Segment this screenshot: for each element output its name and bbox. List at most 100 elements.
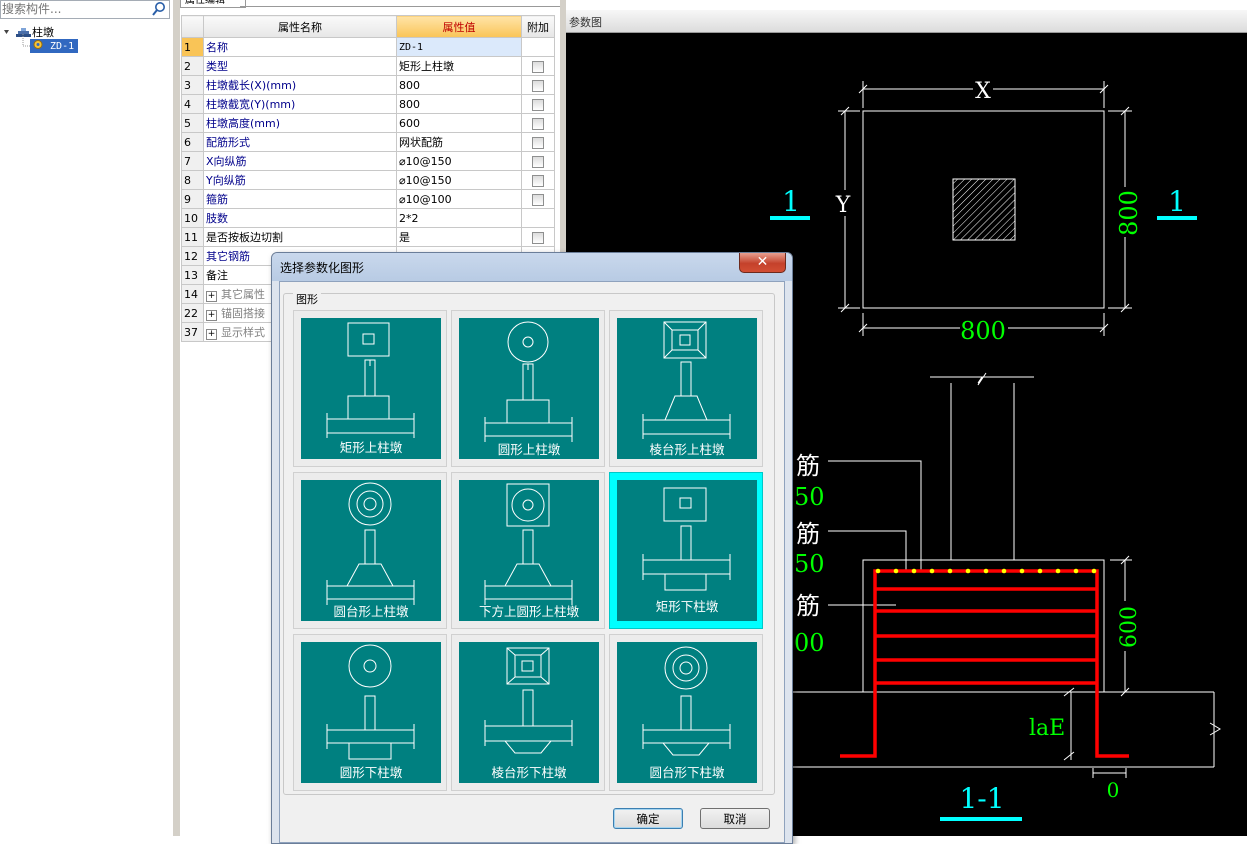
prop-value[interactable]: ⌀10@100	[396, 189, 522, 209]
extra-checkbox[interactable]	[532, 174, 544, 187]
plan-y-label: Y	[835, 193, 851, 218]
table-row[interactable]: 7 X向纵筋 ⌀10@150	[181, 151, 555, 171]
row-number: 10	[181, 208, 204, 228]
close-icon[interactable]: ✕	[739, 253, 786, 273]
divider	[240, 6, 560, 7]
header-value[interactable]: 属性值	[396, 15, 522, 38]
prop-name: X向纵筋	[203, 151, 397, 171]
search-icon[interactable]	[150, 1, 168, 17]
section-label: 00	[794, 629, 825, 657]
extra-checkbox[interactable]	[532, 231, 544, 244]
prop-name: 柱墩高度(mm)	[203, 113, 397, 133]
table-row[interactable]: 4 柱墩截宽(Y)(mm) 800	[181, 94, 555, 114]
shape-option-cone-bottom[interactable]: 圆台形下柱墩	[609, 634, 763, 791]
expand-plus-icon[interactable]: +	[206, 329, 217, 340]
table-row[interactable]: 10 肢数 2*2	[181, 208, 555, 228]
gear-icon	[33, 40, 43, 49]
row-number: 12	[181, 246, 204, 266]
table-row[interactable]: 9 箍筋 ⌀10@100	[181, 189, 555, 209]
extra-checkbox[interactable]	[532, 155, 544, 168]
extra-checkbox[interactable]	[532, 136, 544, 149]
property-tab[interactable]: 属性编辑	[180, 0, 246, 8]
header-extra[interactable]: 附加	[521, 15, 555, 38]
ok-button[interactable]: 确定	[613, 808, 683, 829]
shape-caption: 矩形下柱墩	[655, 599, 719, 614]
shape-option-rect-top[interactable]: 矩形上柱墩	[293, 310, 447, 467]
shape-caption: 圆形下柱墩	[339, 765, 403, 780]
prop-value[interactable]: 网状配筋	[396, 132, 522, 152]
header-corner	[181, 15, 204, 38]
row-number: 9	[181, 189, 204, 209]
anchor-label: laE	[1029, 716, 1065, 741]
section-label: 筋	[796, 520, 820, 548]
shape-option-square-base-round-top[interactable]: 下方上圆形上柱墩	[451, 472, 605, 629]
prop-value[interactable]: 800	[396, 75, 522, 95]
table-row[interactable]: 2 类型 矩形上柱墩	[181, 56, 555, 76]
row-number: 13	[181, 265, 204, 285]
rebar-lines	[840, 569, 1129, 758]
tree-node-zd1[interactable]: ZD-1	[30, 39, 79, 53]
extra-checkbox[interactable]	[532, 98, 544, 111]
shape-option-frustum-top[interactable]: 棱台形上柱墩	[609, 310, 763, 467]
shape-option-frustum-bottom[interactable]: 棱台形下柱墩	[451, 634, 605, 791]
table-row[interactable]: 6 配筋形式 网状配筋	[181, 132, 555, 152]
splitter-left[interactable]	[172, 0, 180, 836]
section-title: 1-1	[959, 782, 1004, 815]
prop-extra	[521, 208, 555, 228]
row-number: 37	[181, 322, 204, 342]
prop-value[interactable]: 矩形上柱墩	[396, 56, 522, 76]
prop-name: 名称	[203, 37, 397, 57]
plan-dim-right: 800	[1115, 190, 1143, 236]
plan-x-label: X	[975, 79, 991, 104]
shape-option-rect-bottom[interactable]: 矩形下柱墩	[609, 472, 763, 629]
prop-name: Y向纵筋	[203, 170, 397, 190]
row-number: 6	[181, 132, 204, 152]
table-row[interactable]: 1 名称 ZD-1	[181, 37, 555, 57]
tree-root-label: 柱墩	[32, 26, 54, 39]
shape-group-label: 图形	[293, 291, 321, 307]
prop-extra	[521, 37, 555, 57]
section-label: 50	[794, 483, 825, 511]
prop-value[interactable]: ZD-1	[396, 37, 522, 57]
search-box	[0, 0, 170, 19]
cancel-button[interactable]: 取消	[700, 808, 770, 829]
component-tree-panel	[0, 0, 173, 836]
prop-value[interactable]: 800	[396, 94, 522, 114]
section-mark-right: 1	[1168, 185, 1186, 218]
shape-option-round-top[interactable]: 圆形上柱墩	[451, 310, 605, 467]
row-number: 3	[181, 75, 204, 95]
prop-value[interactable]: ⌀10@150	[396, 151, 522, 171]
prop-value[interactable]: 2*2	[396, 208, 522, 228]
prop-value[interactable]: 是	[396, 227, 522, 247]
table-row[interactable]: 5 柱墩高度(mm) 600	[181, 113, 555, 133]
prop-name: 柱墩截宽(Y)(mm)	[203, 94, 397, 114]
extra-checkbox[interactable]	[532, 117, 544, 130]
prop-name: 显示样式	[221, 326, 265, 339]
table-row[interactable]: 11 是否按板边切割 是	[181, 227, 555, 247]
prop-name: 其它属性	[221, 288, 265, 301]
row-number: 22	[181, 303, 204, 323]
shape-option-round-bottom[interactable]: 圆形下柱墩	[293, 634, 447, 791]
expand-plus-icon[interactable]: +	[206, 291, 217, 302]
section-view	[793, 372, 1221, 778]
table-row[interactable]: 3 柱墩截长(X)(mm) 800	[181, 75, 555, 95]
shape-caption: 圆台形上柱墩	[333, 604, 409, 619]
prop-value[interactable]: ⌀10@150	[396, 170, 522, 190]
prop-value[interactable]: 600	[396, 113, 522, 133]
extra-checkbox[interactable]	[532, 193, 544, 206]
row-number: 1	[181, 37, 204, 57]
select-shape-dialog: 选择参数化图形 ✕ 图形 矩形上柱墩 圆形上柱墩 棱台形上柱墩 圆台形上柱墩 下…	[271, 252, 793, 844]
section-dim-bottom: 0	[1107, 778, 1120, 802]
search-input[interactable]	[1, 1, 147, 17]
shape-caption: 矩形上柱墩	[339, 440, 403, 455]
header-name[interactable]: 属性名称	[203, 15, 397, 38]
shape-caption: 圆形上柱墩	[497, 442, 561, 457]
prop-name: 配筋形式	[203, 132, 397, 152]
table-row[interactable]: 8 Y向纵筋 ⌀10@150	[181, 170, 555, 190]
extra-checkbox[interactable]	[532, 60, 544, 73]
extra-checkbox[interactable]	[532, 79, 544, 92]
prop-name: 类型	[203, 56, 397, 76]
plan-view	[838, 81, 1132, 336]
expand-plus-icon[interactable]: +	[206, 310, 217, 321]
shape-option-cone-top[interactable]: 圆台形上柱墩	[293, 472, 447, 629]
